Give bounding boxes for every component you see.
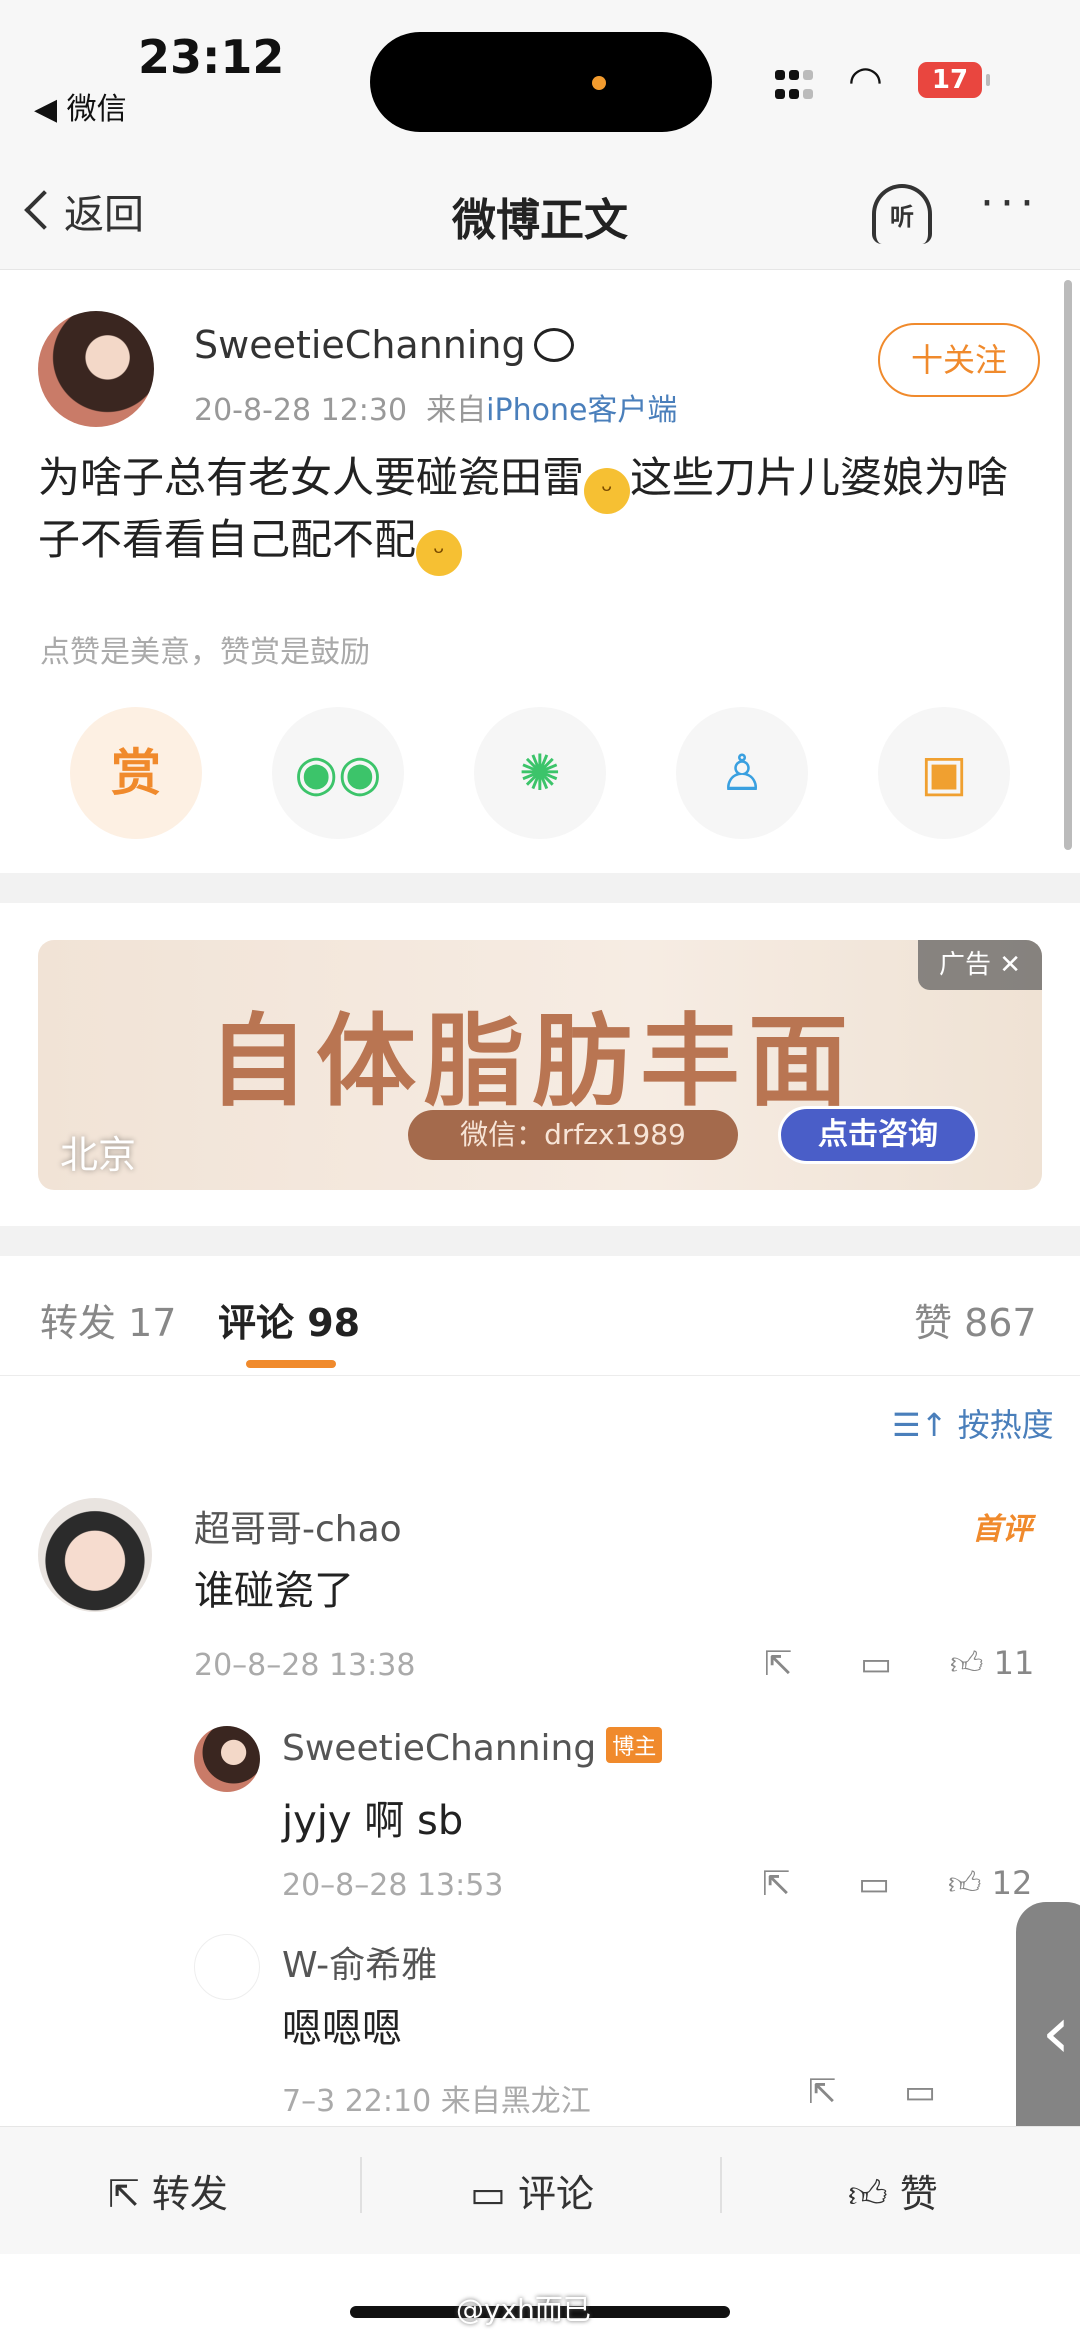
qq-share-icon[interactable]: ♙: [676, 707, 808, 839]
divider: [720, 2157, 722, 2213]
comment-author[interactable]: 超哥哥-chao: [194, 1500, 402, 1552]
sort-label: 按热度: [957, 1406, 1054, 1444]
comment-time: 20–8–28 13:38: [194, 1648, 416, 1683]
watermark: @yxh而已: [456, 2293, 591, 2326]
grin-emoji-icon: ᵕ: [584, 468, 631, 514]
save-image-icon[interactable]: ▣: [878, 707, 1010, 839]
share-icon[interactable]: ⇱: [764, 1644, 793, 1684]
reply-icon[interactable]: ▭: [904, 2072, 936, 2112]
sort-button[interactable]: ☰↑ 按热度: [892, 1400, 1054, 1446]
avatar[interactable]: [38, 1498, 152, 1612]
wifi-icon: ◠: [848, 58, 883, 104]
back-to-wechat-link[interactable]: ◀ 微信: [34, 84, 127, 128]
follow-button[interactable]: 十关注: [878, 323, 1040, 397]
wechat-share-icon[interactable]: ◉◉: [272, 707, 404, 839]
battery-indicator: 17: [918, 62, 990, 98]
moments-share-icon[interactable]: ✺: [474, 707, 606, 839]
tab-repost[interactable]: 转发 17: [40, 1292, 176, 1347]
more-options-button[interactable]: ···: [980, 178, 1040, 229]
like-count: 12: [991, 1864, 1033, 1902]
post-meta: 20-8-28 12:30 来自iPhone客户端: [194, 385, 677, 429]
interaction-tabs: 转发 17 评论 98 赞 867: [0, 1256, 1080, 1376]
tab-like[interactable]: 赞 867: [914, 1292, 1037, 1347]
recording-dot: [592, 76, 606, 90]
like-count: 11: [993, 1644, 1035, 1682]
status-bar: 23:12 ◀ 微信 ◠ 17: [0, 0, 1080, 160]
post-card: SweetieChanning 20-8-28 12:30 来自iPhone客户…: [0, 271, 1080, 871]
comment-time: 20–8–28 13:53: [282, 1868, 504, 1903]
comment-time: 7–3 22:10 来自黑龙江: [282, 2084, 591, 2119]
avatar[interactable]: [38, 311, 154, 427]
comment-button[interactable]: ▭ 评论: [470, 2163, 594, 2218]
post-text-part1: 为啥子总有老女人要碰瓷田雷: [38, 453, 585, 502]
comment-author[interactable]: W-俞希雅: [282, 1936, 437, 1988]
first-comment-badge: 首评: [972, 1512, 1032, 1547]
divider: [0, 1226, 1080, 1256]
reply-icon[interactable]: ▭: [860, 1644, 892, 1684]
ad-cta-button[interactable]: 点击咨询: [778, 1106, 978, 1164]
repost-label: 转发: [151, 2172, 228, 2216]
post-author[interactable]: SweetieChanning: [194, 323, 574, 367]
comment-icon: ▭: [470, 2172, 518, 2216]
scrollbar[interactable]: [1064, 280, 1072, 850]
ad-wechat-id: 微信：drfzx1989: [408, 1110, 738, 1160]
panda-emoji-icon: [533, 328, 574, 362]
comment-text: jyjy 啊 sb: [282, 1798, 464, 1844]
reward-button[interactable]: 赏: [70, 707, 202, 839]
share-icon[interactable]: ⇱: [762, 1864, 791, 1904]
comment-text: 谁碰瓷了: [194, 1568, 354, 1614]
share-row: 赏 ◉◉ ✺ ♙ ▣: [70, 707, 1010, 839]
post-text: 为啥子总有老女人要碰瓷田雷 ᵕ 这些刀片儿婆娘为啥子不看看自己配不配 ᵕ: [38, 447, 1048, 576]
like-button[interactable]: 👍︎ 12: [948, 1864, 1032, 1903]
like-label: 赞: [899, 2172, 938, 2216]
thumbs-up-icon: 👍︎: [950, 1644, 984, 1682]
source-link[interactable]: iPhone客户端: [486, 393, 677, 428]
clock: 23:12: [138, 30, 285, 84]
ad-headline: 自体脂肪丰面: [208, 1003, 856, 1120]
headphones-listen-icon[interactable]: 听: [872, 184, 932, 244]
sort-icon: ☰↑: [892, 1406, 958, 1444]
reply-author-name: SweetieChanning: [282, 1728, 597, 1769]
ad-location: 北京: [60, 1133, 137, 1177]
divider: [0, 873, 1080, 903]
navigation-bar: 返回 微博正文 听 ···: [0, 160, 1080, 270]
cellular-signal-icon: [775, 65, 817, 103]
tab-comment[interactable]: 评论 98: [218, 1292, 360, 1347]
comment-text: 嗯嗯嗯: [282, 2006, 402, 2052]
bottom-action-bar: ⇱ 转发 ▭ 评论 👍︎ 赞: [0, 2126, 1080, 2254]
reward-tip: 点赞是美意，赞赏是鼓励: [40, 635, 370, 670]
ad-close-button[interactable]: 广告 ✕: [918, 940, 1042, 990]
like-button[interactable]: 👍︎ 赞: [848, 2163, 938, 2218]
divider: [360, 2157, 362, 2213]
avatar[interactable]: [194, 1726, 260, 1792]
active-tab-indicator: [246, 1360, 336, 1368]
thumbs-up-icon: 👍︎: [948, 1864, 982, 1902]
comment-label: 评论: [517, 2172, 594, 2216]
ad-banner[interactable]: 自体脂肪丰面 微信：drfzx1989 点击咨询 广告 ✕ 北京: [38, 940, 1042, 1190]
side-drawer-handle[interactable]: ‹: [1016, 1902, 1080, 2162]
repost-button[interactable]: ⇱ 转发: [108, 2163, 228, 2218]
dynamic-island: [370, 32, 712, 132]
grin-emoji-icon: ᵕ: [416, 530, 463, 576]
post-date: 20-8-28 12:30: [194, 393, 408, 428]
source-prefix: 来自: [426, 393, 487, 428]
thumbs-up-icon: 👍︎: [848, 2172, 900, 2216]
host-badge: 博主: [606, 1727, 663, 1763]
comment-author[interactable]: SweetieChanning 博主: [282, 1727, 663, 1769]
share-icon[interactable]: ⇱: [808, 2072, 837, 2112]
avatar[interactable]: [194, 1934, 260, 2000]
author-name: SweetieChanning: [194, 323, 526, 367]
repost-icon: ⇱: [108, 2172, 152, 2216]
like-button[interactable]: 👍︎ 11: [950, 1644, 1034, 1683]
reply-icon[interactable]: ▭: [858, 1864, 890, 1904]
